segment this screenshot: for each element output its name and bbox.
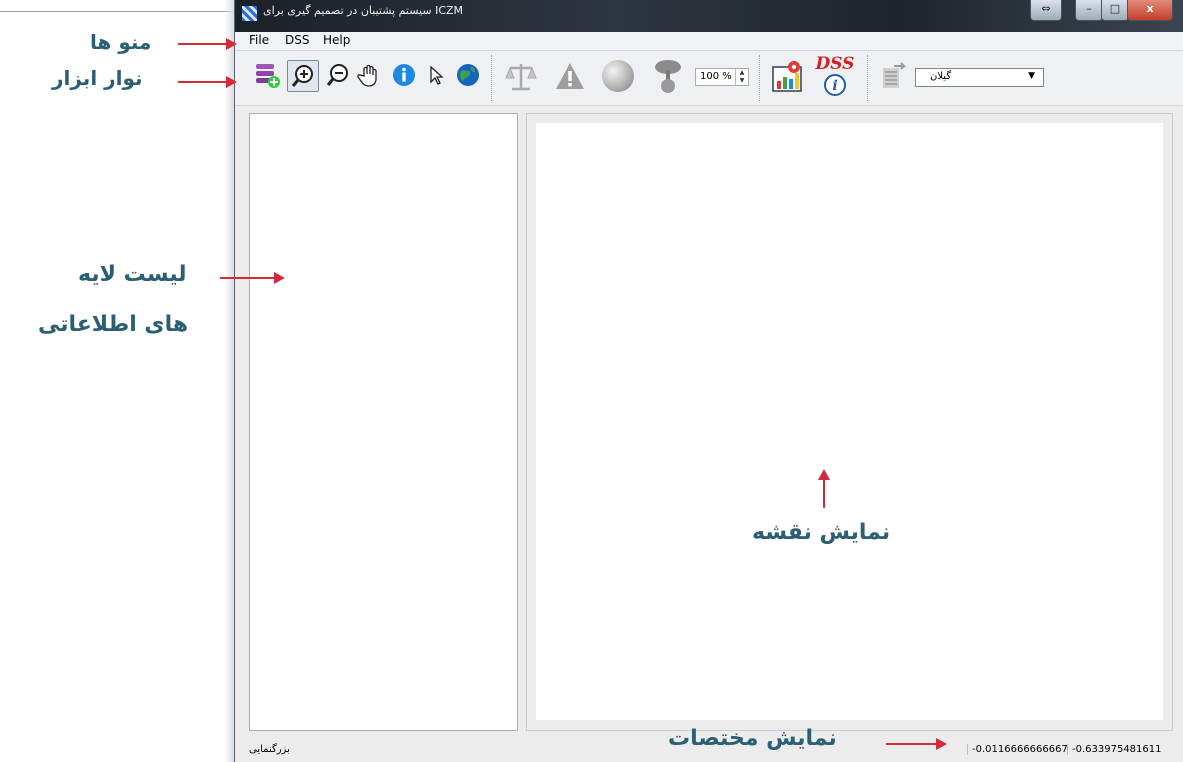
zoom-spinner[interactable]: ▲ ▼	[735, 69, 748, 85]
warning-icon[interactable]	[553, 59, 587, 93]
annotation-arrow-toolbar	[178, 81, 228, 83]
desktop-divider	[0, 11, 240, 12]
annotation-arrowhead	[226, 76, 237, 88]
app-icon	[241, 5, 258, 22]
tree-icon[interactable]	[651, 57, 685, 95]
map-chart-icon[interactable]	[769, 58, 807, 96]
add-layer-icon[interactable]	[253, 60, 283, 90]
menu-bar: File DSS Help	[235, 32, 1183, 51]
annotation-map: نمایش نقشه	[752, 520, 891, 545]
menu-help[interactable]: Help	[323, 33, 350, 47]
chevron-down-icon: ▼	[1028, 71, 1035, 81]
status-zoom-label: بزرگنمایی	[249, 744, 290, 755]
snap-button[interactable]: ⇔	[1030, 0, 1062, 21]
app-window: سیستم پشتیبان در تصمیم گیری برای ICZM ⇔ …	[234, 0, 1183, 762]
annotation-layers-line2: های اطلاعاتی	[38, 312, 189, 337]
minimize-button[interactable]: –	[1075, 0, 1103, 21]
globe-icon[interactable]	[453, 60, 483, 90]
balance-scale-icon[interactable]	[503, 58, 539, 94]
zoom-percent-value: 100 %	[700, 71, 732, 82]
map-canvas[interactable]	[536, 123, 1163, 720]
select-arrow-icon[interactable]	[421, 60, 451, 90]
annotation-arrow-coordinates	[886, 743, 938, 745]
menu-file[interactable]: File	[249, 33, 269, 47]
svg-text:i: i	[832, 78, 837, 94]
dss-info-icon[interactable]: DSS i	[815, 53, 855, 99]
toolbar-separator	[491, 55, 493, 101]
annotation-toolbar: نوار ابزار	[52, 66, 143, 90]
toolbar: 100 % ▲ ▼ DSS i گیلان ▼	[235, 51, 1183, 106]
desktop-background	[224, 0, 234, 762]
dss-label: DSS	[815, 54, 855, 74]
annotation-arrowhead	[936, 738, 947, 750]
province-select-value: گیلان	[930, 71, 952, 82]
info-icon[interactable]	[389, 60, 419, 90]
pan-hand-icon[interactable]	[355, 60, 385, 90]
toolbar-separator	[867, 55, 869, 101]
coordinate-y: -0.633975481611	[1067, 744, 1166, 755]
annotation-layers-line1: لیست لایه	[78, 262, 187, 287]
annotation-coordinates: نمایش مختصات	[668, 726, 837, 751]
menu-dss[interactable]: DSS	[285, 33, 309, 47]
layer-list-panel[interactable]	[249, 113, 518, 731]
export-icon[interactable]	[879, 59, 911, 93]
annotation-arrow-map	[823, 478, 825, 508]
close-button[interactable]: x	[1127, 0, 1173, 21]
zoom-out-icon[interactable]	[323, 60, 353, 90]
annotation-menus: منو ها	[90, 30, 152, 54]
annotation-arrowhead	[274, 272, 285, 284]
maximize-button[interactable]: □	[1101, 0, 1129, 21]
zoom-percent-input[interactable]: 100 % ▲ ▼	[695, 68, 749, 86]
annotation-arrow-menus	[178, 43, 228, 45]
annotation-arrow-layers	[220, 277, 275, 279]
coordinate-x: -0.0116666666667	[967, 744, 1072, 755]
title-bar[interactable]: سیستم پشتیبان در تصمیم گیری برای ICZM ⇔ …	[235, 0, 1183, 32]
window-title: سیستم پشتیبان در تصمیم گیری برای ICZM	[263, 4, 464, 17]
zoom-in-icon[interactable]	[287, 60, 319, 92]
sphere-icon[interactable]	[599, 57, 637, 95]
annotation-arrowhead	[226, 38, 237, 50]
province-select[interactable]: گیلان ▼	[915, 68, 1044, 87]
map-frame	[526, 113, 1173, 731]
toolbar-separator	[759, 55, 761, 101]
